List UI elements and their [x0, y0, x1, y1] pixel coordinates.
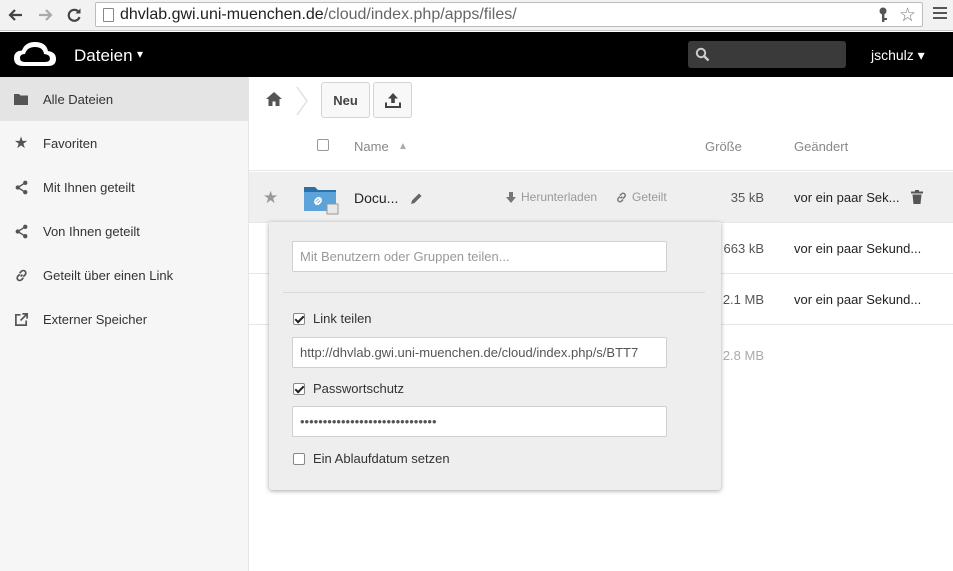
column-name-header[interactable]: Name [354, 139, 389, 154]
browser-toolbar: dhvlab.gwi.uni-muenchen.de/cloud/index.p… [0, 0, 953, 31]
link-share-toggle[interactable]: Link teilen [293, 311, 372, 326]
page-icon [103, 8, 114, 22]
upload-button[interactable] [373, 82, 412, 118]
external-link-icon [13, 311, 29, 327]
file-size: 2.1 MB [722, 292, 764, 307]
share-dropdown: Link teilen Passwortschutz Ein Ablaufdat… [269, 222, 721, 490]
download-icon [506, 191, 516, 203]
breadcrumb-separator [296, 86, 308, 116]
sidebar: Alle Dateien ★ Favoriten Mit Ihnen getei… [0, 77, 249, 571]
sidebar-item-shared-by-you[interactable]: Von Ihnen geteilt [0, 209, 249, 253]
file-modified: vor ein paar Sekund... [794, 241, 922, 256]
expiration-label: Ein Ablaufdatum setzen [313, 451, 450, 466]
link-share-checkbox[interactable] [293, 312, 305, 325]
star-icon: ★ [13, 135, 29, 152]
file-modified: vor ein paar Sekund... [794, 292, 922, 307]
password-protect-checkbox[interactable] [293, 382, 305, 395]
file-table-header: Name ▲ Größe Geändert [249, 122, 953, 171]
sidebar-item-label: Favoriten [43, 136, 98, 151]
reload-button[interactable] [63, 4, 85, 26]
link-icon [617, 192, 626, 202]
sidebar-item-favorites[interactable]: ★ Favoriten [0, 121, 249, 165]
user-menu[interactable]: jschulz ▾ [871, 47, 925, 64]
file-size: 663 kB [723, 241, 764, 256]
search-icon [695, 47, 710, 62]
password-field[interactable] [292, 406, 667, 437]
column-size-header[interactable]: Größe [705, 139, 742, 154]
expiration-toggle[interactable]: Ein Ablaufdatum setzen [293, 451, 450, 466]
reload-icon [67, 8, 81, 22]
share-icon [13, 179, 29, 195]
app-menu-title[interactable]: Dateien [74, 46, 133, 66]
file-name[interactable]: Docu... [354, 190, 398, 206]
cloud-logo-icon[interactable] [13, 41, 57, 67]
address-bar[interactable]: dhvlab.gwi.uni-muenchen.de/cloud/index.p… [95, 2, 923, 27]
sidebar-item-shared-by-link[interactable]: Geteilt über einen Link [0, 253, 249, 297]
sidebar-item-shared-with-you[interactable]: Mit Ihnen geteilt [0, 165, 249, 209]
url-text: dhvlab.gwi.uni-muenchen.de/cloud/index.p… [120, 6, 517, 23]
column-modified-header[interactable]: Geändert [794, 139, 848, 154]
password-protect-label: Passwortschutz [313, 381, 405, 396]
folder-icon [13, 91, 29, 107]
search-box[interactable] [688, 41, 846, 68]
share-action[interactable]: Geteilt [615, 190, 667, 204]
divider [283, 292, 705, 293]
link-share-label: Link teilen [313, 311, 372, 326]
rename-pencil-icon[interactable] [410, 192, 423, 205]
home-icon[interactable] [265, 90, 283, 108]
sidebar-item-label: Geteilt über einen Link [43, 268, 174, 283]
file-size: 2.8 MB [722, 348, 764, 363]
app-header: Dateien ▾ jschulz ▾ [0, 32, 953, 77]
sidebar-item-label: Externer Speicher [43, 312, 148, 327]
favorite-star-icon[interactable]: ★ [263, 188, 278, 208]
select-all-checkbox[interactable] [317, 139, 329, 151]
sidebar-item-label: Alle Dateien [43, 92, 114, 107]
new-button[interactable]: Neu [321, 82, 370, 118]
key-icon[interactable] [876, 7, 890, 23]
upload-icon [384, 93, 401, 108]
app-menu-caret-icon[interactable]: ▾ [137, 47, 143, 61]
forward-arrow-icon [39, 9, 53, 21]
share-link-url-field[interactable] [292, 337, 667, 368]
expiration-checkbox[interactable] [293, 452, 305, 465]
back-arrow-icon [8, 9, 22, 21]
sidebar-item-label: Von Ihnen geteilt [43, 224, 140, 239]
download-action[interactable]: Herunterladen [505, 190, 597, 204]
file-modified: vor ein paar Sek... [794, 190, 900, 205]
delete-trash-icon[interactable] [911, 190, 923, 204]
search-input[interactable] [715, 41, 843, 68]
bookmark-star-icon[interactable]: ☆ [899, 4, 916, 27]
sidebar-item-all-files[interactable]: Alle Dateien [0, 77, 249, 121]
sidebar-item-label: Mit Ihnen geteilt [43, 180, 135, 195]
link-icon [13, 267, 29, 283]
shared-folder-icon[interactable] [303, 183, 339, 215]
share-with-input[interactable] [292, 241, 667, 272]
share-icon [13, 223, 29, 239]
password-protect-toggle[interactable]: Passwortschutz [293, 381, 404, 396]
file-size: 35 kB [730, 190, 764, 205]
back-button[interactable] [5, 4, 27, 26]
forward-button[interactable] [34, 4, 56, 26]
table-row[interactable]: ★ Docu... Herunterladen Geteilt 35 kB vo… [249, 172, 953, 223]
sort-ascending-icon: ▲ [398, 141, 408, 152]
sidebar-item-external-storage[interactable]: Externer Speicher [0, 297, 249, 341]
browser-menu-icon[interactable] [933, 7, 947, 21]
